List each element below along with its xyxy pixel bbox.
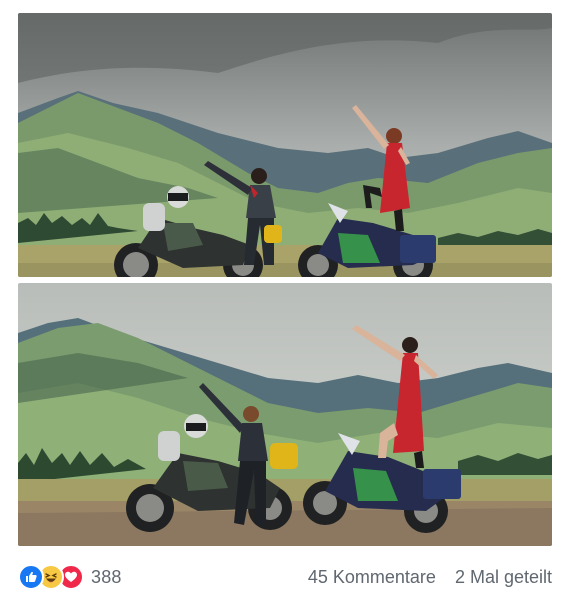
- post-photo-top[interactable]: [18, 13, 552, 277]
- shares-link[interactable]: 2 Mal geteilt: [455, 567, 552, 587]
- like-icon: [18, 564, 44, 590]
- post-engagement-bar: 388 45 Kommentare 2 Mal geteilt: [0, 556, 570, 596]
- photo-bottom-image: [18, 283, 552, 546]
- reactions-summary[interactable]: 388: [18, 564, 122, 590]
- photo-top-image: [18, 13, 552, 277]
- reaction-count: 388: [91, 566, 122, 587]
- comments-link[interactable]: 45 Kommentare: [308, 567, 436, 587]
- post-meta: 45 Kommentare 2 Mal geteilt: [308, 567, 552, 588]
- post-photo-bottom[interactable]: [18, 283, 552, 546]
